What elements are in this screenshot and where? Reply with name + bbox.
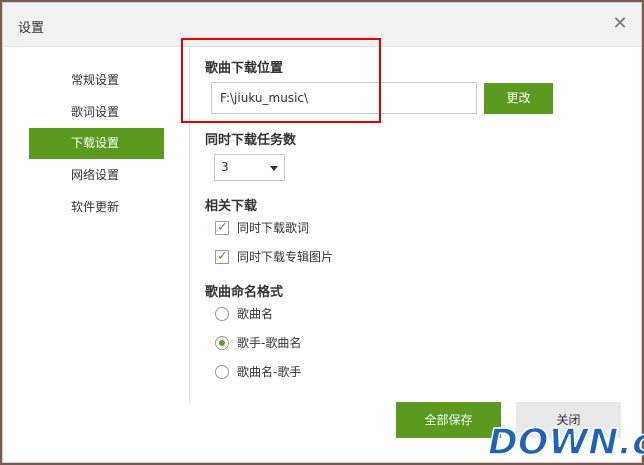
sidebar-item-network[interactable]: 网络设置 <box>29 160 164 191</box>
radio-button[interactable] <box>215 365 229 379</box>
sidebar: 常规设置 歌词设置 下载设置 网络设置 软件更新 <box>3 47 190 403</box>
settings-dialog: 设置 ✕ 常规设置 歌词设置 下载设置 网络设置 软件更新 歌曲下载位置 F:\… <box>2 2 642 463</box>
sidebar-item-general[interactable]: 常规设置 <box>29 65 164 96</box>
watermark-text: DOWN.cc <box>488 422 644 463</box>
radio-button[interactable] <box>215 307 229 321</box>
chevron-down-icon <box>270 166 278 171</box>
checkmark-icon: ✓ <box>217 249 228 264</box>
sidebar-item-label: 下载设置 <box>71 136 120 150</box>
close-icon[interactable]: ✕ <box>609 13 631 35</box>
checkbox-box[interactable]: ✓ <box>215 220 229 235</box>
radio-label: 歌曲名-歌手 <box>237 365 302 379</box>
sidebar-item-label: 常规设置 <box>71 73 120 87</box>
sidebar-item-update[interactable]: 软件更新 <box>29 192 164 223</box>
concurrent-tasks-title: 同时下载任务数 <box>205 133 297 148</box>
highlight-annotation <box>181 38 381 123</box>
naming-format-title: 歌曲命名格式 <box>205 285 284 300</box>
radio-selected-dot <box>219 340 225 346</box>
select-value: 3 <box>221 160 229 174</box>
concurrent-tasks-select[interactable]: 3 <box>214 154 285 181</box>
dialog-title: 设置 <box>18 21 45 36</box>
sidebar-item-download[interactable]: 下载设置 <box>29 128 164 159</box>
checkmark-icon: ✓ <box>217 220 228 235</box>
sidebar-item-label: 网络设置 <box>71 168 120 182</box>
checkbox-label: 同时下载专辑图片 <box>237 250 334 264</box>
checkbox-box[interactable]: ✓ <box>215 249 229 264</box>
sidebar-item-label: 歌词设置 <box>71 105 120 119</box>
related-download-title: 相关下载 <box>205 199 258 214</box>
down-cc-watermark-logo: DOWN.cc <box>487 421 644 464</box>
radio-label: 歌手-歌曲名 <box>237 336 302 350</box>
sidebar-item-lyrics[interactable]: 歌词设置 <box>29 97 164 128</box>
change-path-button[interactable]: 更改 <box>484 83 553 114</box>
sidebar-item-label: 软件更新 <box>71 200 120 214</box>
checkbox-label: 同时下载歌词 <box>237 221 310 235</box>
radio-label: 歌曲名 <box>237 307 274 321</box>
radio-button[interactable] <box>215 336 229 350</box>
